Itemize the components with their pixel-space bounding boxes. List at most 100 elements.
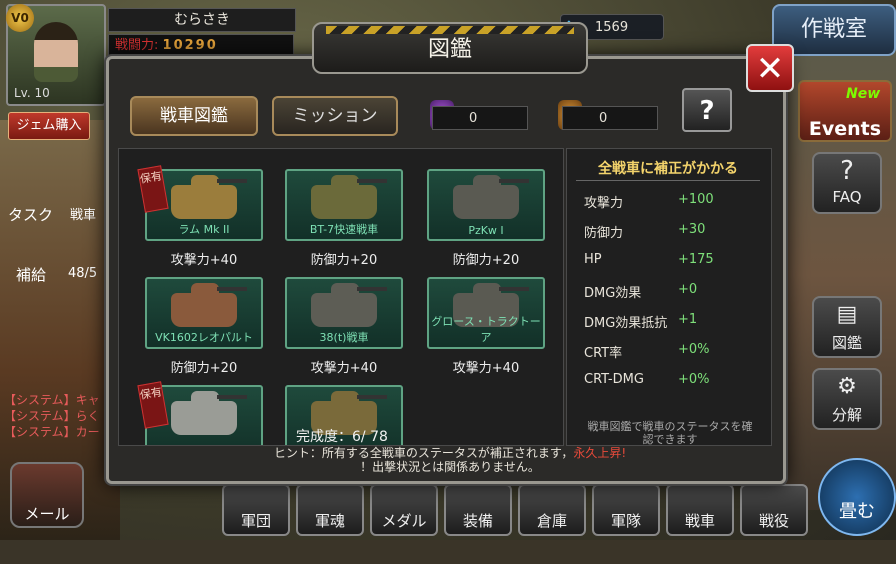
- nav-spirit[interactable]: 軍魂: [296, 484, 364, 536]
- tank-turret: [473, 283, 501, 299]
- supply-button[interactable]: 補給 48/5: [0, 236, 110, 288]
- close-button[interactable]: ✕: [746, 44, 794, 92]
- gear-icon: ⚙: [837, 374, 857, 399]
- stat-label: HP: [584, 252, 602, 267]
- stat-value: +0: [678, 282, 698, 297]
- nav-campaign[interactable]: 戦役: [740, 484, 808, 536]
- tank-icon: [171, 391, 247, 435]
- tank-turret: [473, 175, 501, 191]
- tank-card[interactable]: グロース・トラクトーア: [427, 277, 545, 349]
- tank-bonus: 攻撃力+40: [452, 361, 520, 376]
- orange-medal-count: 0: [562, 106, 658, 130]
- stat-label: 攻撃力: [584, 196, 624, 211]
- tank-gun: [217, 287, 247, 291]
- tank-icon: [453, 175, 529, 219]
- stat-value: +30: [678, 222, 706, 237]
- tank-name: PzKw I: [468, 224, 504, 237]
- hazard-stripes: [326, 26, 574, 34]
- hint-highlight: 永久上昇!: [573, 446, 627, 460]
- tank-gun: [357, 179, 387, 183]
- dismantle-label: 分解: [831, 406, 862, 424]
- nav-tank[interactable]: 戦車: [666, 484, 734, 536]
- player-level: Lv. 10: [14, 86, 50, 100]
- tank-gun: [499, 179, 529, 183]
- tank-name: グロース・トラクトーア: [431, 315, 541, 344]
- tank-card[interactable]: 保有: [137, 381, 263, 445]
- tank-icon: [311, 175, 387, 219]
- tank-card[interactable]: BT-7快速戦車: [285, 169, 403, 241]
- gem-buy-button[interactable]: ジェム購入: [8, 112, 90, 140]
- tank-icon: [311, 283, 387, 327]
- tank-turret: [331, 175, 359, 191]
- owned-stamp: 保有: [137, 165, 169, 213]
- tank-bonus: 防御力+20: [452, 253, 520, 268]
- fold-button[interactable]: 畳む: [818, 458, 896, 536]
- stats-note: 戦車図鑑で戦車のステータスを確認できます: [587, 420, 753, 446]
- nav-medal[interactable]: メダル: [370, 484, 438, 536]
- hint-text: ヒント：所有する全戦車のステータスが補正されます，永久上昇! ！出撃状況とは関係…: [200, 446, 700, 474]
- tank-grid: ラム Mk II 保有 攻撃力+40 BT-7快速戦車 防御力+20 PzKw I 防御力+…: [118, 148, 564, 446]
- battle-power-value: 10290: [162, 38, 218, 53]
- tank-bonus: 攻撃力+40: [310, 361, 378, 376]
- hint-line-1: ヒント：所有する全戦車のステータスが補正されます，: [273, 446, 574, 460]
- task-button[interactable]: タスク 戦車: [0, 170, 100, 230]
- stat-label: CRT率: [584, 346, 623, 361]
- owned-stamp: 保有: [137, 381, 169, 429]
- tank-bonus: 防御力+20: [310, 253, 378, 268]
- tank-card[interactable]: PzKw I: [427, 169, 545, 241]
- tank-gun: [357, 395, 387, 399]
- stat-value: +0%: [678, 372, 710, 387]
- stat-label: CRT-DMG: [584, 372, 644, 387]
- nav-army[interactable]: 軍隊: [592, 484, 660, 536]
- tank-gun: [217, 179, 247, 183]
- tank-turret: [331, 391, 359, 407]
- tank-icon: [171, 175, 247, 219]
- tank-gun: [499, 287, 529, 291]
- stat-value: +100: [678, 192, 714, 207]
- stat-label: DMG効果抵抗: [584, 316, 668, 331]
- avatar: [34, 22, 78, 82]
- tab-tank-encyclopedia[interactable]: 戦車図鑑: [130, 96, 258, 136]
- help-button[interactable]: ?: [682, 88, 732, 132]
- stats-title: 全戦車に補正がかかる: [598, 161, 738, 177]
- tank-gun: [217, 395, 247, 399]
- dismantle-button[interactable]: ⚙ 分解: [812, 368, 882, 430]
- tank-icon: [171, 283, 247, 327]
- stat-value: +0%: [678, 342, 710, 357]
- stat-label: 防御力: [584, 226, 624, 241]
- question-icon: ?: [840, 156, 854, 186]
- task-label: タスク: [8, 206, 54, 224]
- nav-equipment[interactable]: 装備: [444, 484, 512, 536]
- tank-card[interactable]: VK1602レオパルト: [145, 277, 263, 349]
- tank-turret: [191, 283, 219, 299]
- tank-turret: [191, 175, 219, 191]
- tab-mission[interactable]: ミッション: [272, 96, 398, 136]
- bottom-nav: 軍団 軍魂 メダル 装備 倉庫 軍隊 戦車 戦役: [216, 484, 816, 538]
- tank-name: VK1602レオパルト: [155, 331, 253, 344]
- stat-value: +1: [678, 312, 698, 327]
- tank-card[interactable]: ラム Mk II 保有: [137, 165, 263, 241]
- tank-name: BT-7快速戦車: [309, 223, 379, 236]
- hint-line-2: ！出撃状況とは関係ありません。: [360, 460, 540, 474]
- stat-value: +175: [678, 252, 714, 267]
- encyclopedia-side-button[interactable]: ▤ 図鑑: [812, 296, 882, 358]
- faq-button[interactable]: ? FAQ: [812, 152, 882, 214]
- nav-legion[interactable]: 軍団: [222, 484, 290, 536]
- tank-name: 38(t)戦車: [319, 331, 369, 344]
- divider: [576, 180, 760, 181]
- nav-warehouse[interactable]: 倉庫: [518, 484, 586, 536]
- stat-label: DMG効果: [584, 286, 642, 301]
- tank-name: ラム Mk II: [178, 223, 230, 236]
- vip-badge[interactable]: V0: [6, 4, 34, 32]
- completion-rate: 完成度：6/ 78: [296, 429, 388, 445]
- mail-button[interactable]: メール: [10, 462, 84, 528]
- supply-count: 48/5: [68, 266, 98, 281]
- task-text: 戦車: [70, 208, 97, 223]
- tank-gun: [357, 287, 387, 291]
- encyclopedia-label: 図鑑: [831, 334, 862, 352]
- player-name: むらさき: [108, 8, 296, 32]
- tank-bonus: 防御力+20: [170, 361, 238, 376]
- tank-card[interactable]: 38(t)戦車: [285, 277, 403, 349]
- tank-turret: [191, 391, 219, 407]
- battle-power-label: 戦闘力:: [115, 38, 159, 53]
